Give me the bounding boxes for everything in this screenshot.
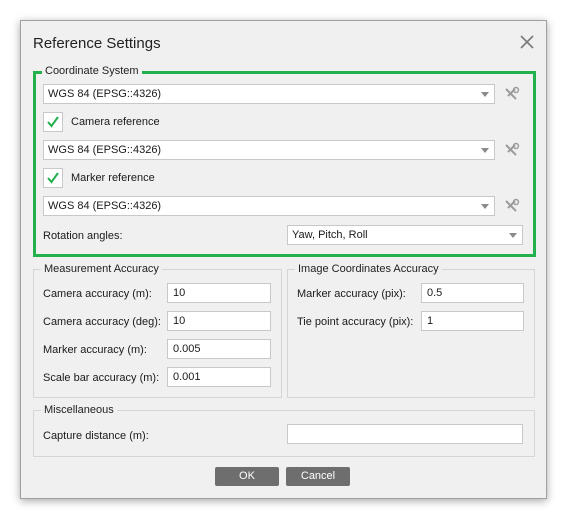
marker-accuracy-m-label: Marker accuracy (m): — [43, 344, 147, 356]
miscellaneous-group: Miscellaneous Capture distance (m): — [33, 403, 535, 457]
rotation-angles-value: Yaw, Pitch, Roll — [292, 229, 368, 241]
capture-distance-label: Capture distance (m): — [43, 430, 149, 442]
close-icon[interactable] — [518, 33, 536, 51]
image-coordinates-accuracy-legend: Image Coordinates Accuracy — [295, 262, 442, 276]
camera-reference-label: Camera reference — [71, 116, 160, 128]
rotation-angles-select[interactable]: Yaw, Pitch, Roll — [287, 225, 523, 245]
capture-distance-field[interactable] — [287, 424, 523, 444]
reference-settings-dialog: Reference Settings Coordinate System WGS… — [20, 20, 547, 499]
project-crs-value: WGS 84 (EPSG::4326) — [48, 88, 162, 100]
chevron-down-icon — [481, 204, 489, 209]
marker-reference-checkbox[interactable] — [43, 168, 63, 188]
marker-accuracy-m-field[interactable]: 0.005 — [167, 339, 271, 359]
marker-crs-value: WGS 84 (EPSG::4326) — [48, 200, 162, 212]
scale-bar-accuracy-label: Scale bar accuracy (m): — [43, 372, 160, 384]
image-coordinates-accuracy-group: Image Coordinates Accuracy Marker accura… — [287, 262, 535, 398]
marker-accuracy-pix-field[interactable]: 0.5 — [421, 283, 524, 303]
camera-crs-value: WGS 84 (EPSG::4326) — [48, 144, 162, 156]
camera-crs-select[interactable]: WGS 84 (EPSG::4326) — [43, 140, 495, 160]
scale-bar-accuracy-field[interactable]: 0.001 — [167, 367, 271, 387]
rotation-angles-label: Rotation angles: — [43, 230, 123, 242]
camera-accuracy-deg-label: Camera accuracy (deg): — [43, 316, 161, 328]
chevron-down-icon — [509, 233, 517, 238]
camera-reference-checkbox[interactable] — [43, 112, 63, 132]
chevron-down-icon — [481, 92, 489, 97]
marker-crs-tools-icon[interactable] — [503, 197, 521, 215]
dialog-title: Reference Settings — [33, 35, 161, 52]
chevron-down-icon — [481, 148, 489, 153]
marker-accuracy-pix-label: Marker accuracy (pix): — [297, 288, 406, 300]
measurement-accuracy-legend: Measurement Accuracy — [41, 262, 162, 276]
project-crs-select[interactable]: WGS 84 (EPSG::4326) — [43, 84, 495, 104]
camera-accuracy-m-label: Camera accuracy (m): — [43, 288, 152, 300]
tie-point-accuracy-field[interactable]: 1 — [421, 311, 524, 331]
measurement-accuracy-group: Measurement Accuracy Camera accuracy (m)… — [33, 262, 282, 398]
miscellaneous-legend: Miscellaneous — [41, 403, 117, 417]
coordinate-system-group: Coordinate System WGS 84 (EPSG::4326) Ca… — [33, 64, 536, 257]
camera-accuracy-m-field[interactable]: 10 — [167, 283, 271, 303]
ok-button[interactable]: OK — [215, 467, 279, 486]
camera-crs-tools-icon[interactable] — [503, 141, 521, 159]
coordinate-system-legend: Coordinate System — [42, 64, 142, 78]
cancel-button[interactable]: Cancel — [286, 467, 350, 486]
marker-reference-label: Marker reference — [71, 172, 155, 184]
marker-crs-select[interactable]: WGS 84 (EPSG::4326) — [43, 196, 495, 216]
crs-settings-tools-icon[interactable] — [503, 85, 521, 103]
tie-point-accuracy-label: Tie point accuracy (pix): — [297, 316, 414, 328]
camera-accuracy-deg-field[interactable]: 10 — [167, 311, 271, 331]
